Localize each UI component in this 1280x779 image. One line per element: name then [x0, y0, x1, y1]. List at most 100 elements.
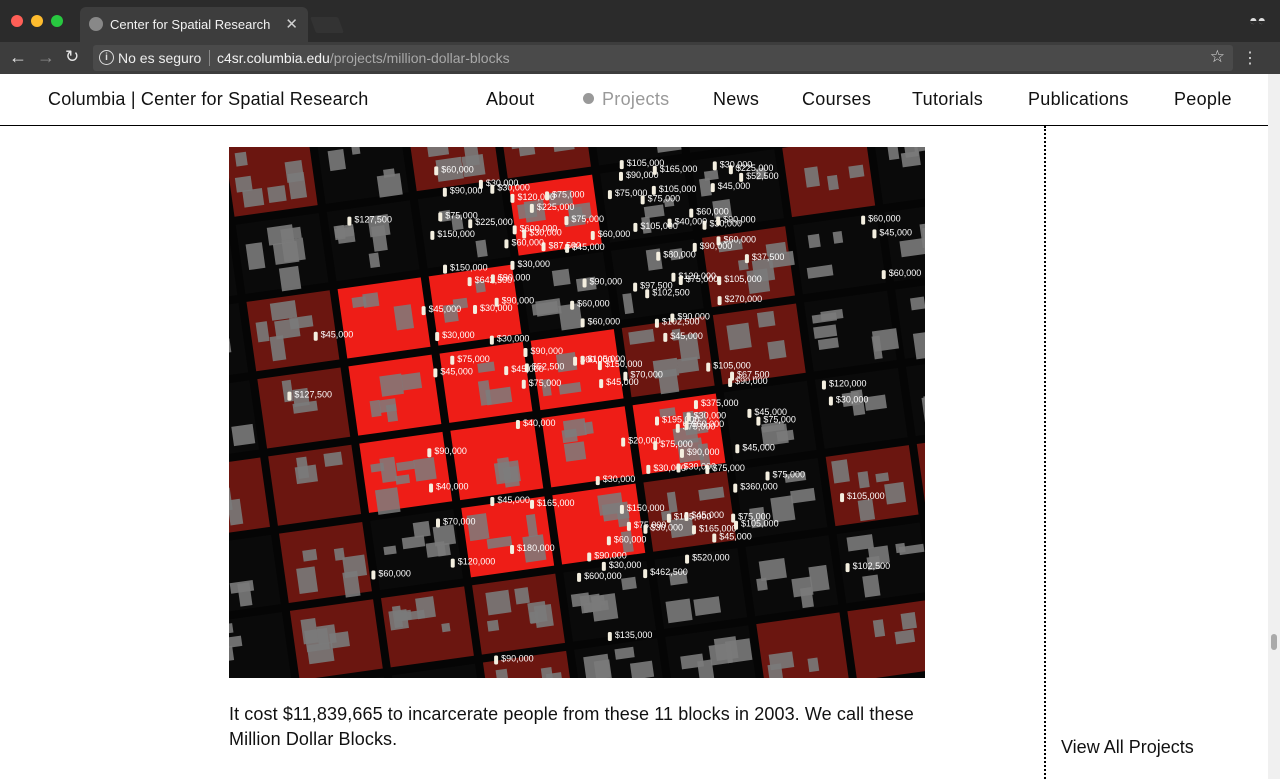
- cost-label: $75,000: [552, 189, 585, 199]
- building: [269, 300, 298, 321]
- nav-projects[interactable]: Projects: [583, 89, 669, 110]
- person-marker: [656, 251, 661, 261]
- building: [831, 459, 850, 484]
- browser-tab[interactable]: Center for Spatial Research ✕: [80, 7, 308, 42]
- building: [274, 318, 301, 340]
- info-icon[interactable]: i: [99, 50, 114, 65]
- person-marker: [450, 558, 455, 568]
- security-label[interactable]: No es seguro: [118, 50, 201, 66]
- cost-label: $90,000: [530, 346, 563, 356]
- cost-label: $45,000: [321, 330, 354, 340]
- cost-label: $75,000: [660, 439, 693, 449]
- incognito-icon: ◓◓: [1249, 12, 1266, 28]
- person-marker: [716, 216, 721, 226]
- person-marker: [590, 231, 595, 241]
- person-marker: [710, 183, 715, 193]
- cost-label: $105,000: [588, 354, 626, 364]
- cost-label: $150,000: [437, 229, 475, 239]
- person-marker: [468, 219, 473, 229]
- person-marker: [564, 216, 569, 226]
- cost-label: $30,000: [497, 183, 530, 193]
- window-close-button[interactable]: [11, 15, 23, 27]
- cost-label: $105,000: [627, 158, 665, 168]
- building: [493, 460, 521, 485]
- cost-label: $30,000: [684, 462, 717, 472]
- person-marker: [666, 513, 671, 523]
- person-marker: [599, 379, 604, 389]
- cost-label: $40,000: [523, 418, 556, 428]
- building: [336, 224, 356, 244]
- nav-news[interactable]: News: [713, 89, 759, 110]
- person-marker: [663, 332, 668, 342]
- cost-label: $360,000: [740, 482, 778, 492]
- city-block: [359, 431, 453, 513]
- cost-label: $105,000: [674, 512, 712, 522]
- person-marker: [530, 499, 535, 509]
- person-marker: [510, 193, 515, 203]
- building: [756, 310, 776, 328]
- window-minimize-button[interactable]: [31, 15, 43, 27]
- person-marker: [765, 471, 770, 481]
- cost-label: $45,000: [742, 442, 775, 452]
- nav-people[interactable]: People: [1174, 89, 1232, 110]
- cost-label: $30,000: [720, 159, 753, 169]
- building: [514, 587, 530, 605]
- web-page: Columbia | Center for Spatial Research A…: [0, 74, 1268, 779]
- page-scrollbar[interactable]: [1268, 74, 1280, 779]
- person-marker: [582, 278, 587, 288]
- cost-label: $75,000: [445, 210, 478, 220]
- person-marker: [821, 380, 826, 390]
- building: [383, 545, 397, 556]
- cost-label: $30,000: [517, 259, 550, 269]
- person-marker: [734, 520, 739, 530]
- building: [278, 265, 302, 292]
- nav-tutorials[interactable]: Tutorials: [912, 89, 983, 110]
- building: [875, 472, 890, 483]
- building: [234, 151, 248, 167]
- person-marker: [678, 276, 683, 286]
- nav-about[interactable]: About: [486, 89, 535, 110]
- person-marker: [490, 274, 495, 284]
- cost-label: $165,000: [699, 523, 737, 533]
- person-marker: [744, 254, 749, 264]
- address-bar[interactable]: i No es seguro c4sr.columbia.edu/project…: [93, 45, 1233, 71]
- cost-label: $75,000: [648, 193, 681, 203]
- person-marker: [643, 524, 648, 534]
- reload-icon[interactable]: ↻: [65, 47, 79, 67]
- building: [412, 520, 431, 538]
- cost-label: $150,000: [450, 263, 488, 273]
- building: [294, 464, 319, 485]
- person-marker: [730, 371, 735, 381]
- nav-publications[interactable]: Publications: [1028, 89, 1129, 110]
- cost-label: $90,000: [434, 446, 467, 456]
- person-marker: [580, 355, 585, 365]
- site-title-link[interactable]: Columbia | Center for Spatial Research: [48, 89, 368, 110]
- person-marker: [626, 521, 631, 531]
- building: [231, 423, 256, 447]
- new-tab-button[interactable]: [310, 17, 344, 33]
- map-caption: It cost $11,839,665 to incarcerate peopl…: [229, 704, 914, 749]
- view-all-projects-link[interactable]: View All Projects: [1061, 737, 1194, 758]
- window-maximize-button[interactable]: [51, 15, 63, 27]
- person-marker: [435, 332, 440, 342]
- browser-menu-icon[interactable]: ⋮: [1242, 48, 1258, 68]
- cost-label: $45,000: [718, 181, 751, 191]
- back-icon[interactable]: ←: [9, 47, 27, 68]
- cost-label: $90,000: [590, 276, 623, 286]
- cost-label: $90,000: [498, 272, 531, 282]
- tab-close-icon[interactable]: ✕: [285, 15, 298, 33]
- building: [583, 421, 594, 435]
- person-marker: [512, 225, 517, 235]
- building: [368, 252, 381, 269]
- scrollbar-thumb[interactable]: [1271, 634, 1277, 650]
- person-marker: [489, 335, 494, 345]
- url-text[interactable]: c4sr.columbia.edu/projects/million-dolla…: [217, 50, 510, 66]
- forward-icon[interactable]: →: [37, 47, 55, 68]
- bookmark-star-icon[interactable]: ☆: [1210, 47, 1225, 67]
- sidebar-divider: [1044, 126, 1046, 779]
- cost-label: $30,000: [609, 560, 642, 570]
- cost-label: $52,500: [746, 171, 779, 181]
- building: [296, 566, 319, 595]
- person-marker: [652, 165, 657, 175]
- nav-courses[interactable]: Courses: [802, 89, 871, 110]
